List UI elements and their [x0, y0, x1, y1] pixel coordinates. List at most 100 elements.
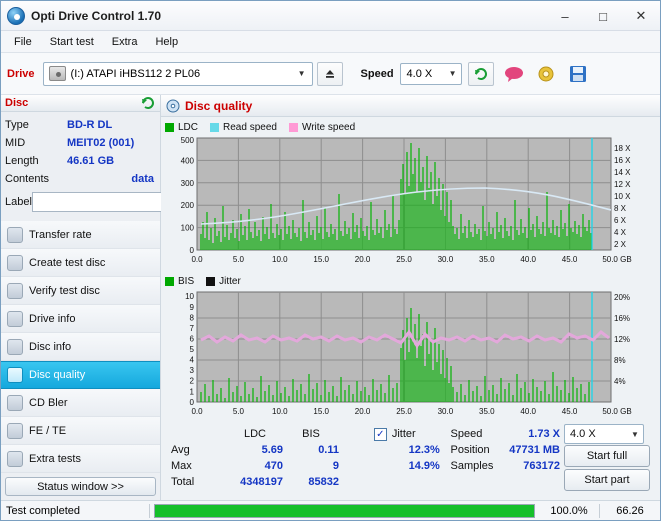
- legend-label-write-speed: Write speed: [301, 121, 356, 133]
- close-button[interactable]: ✕: [622, 1, 660, 31]
- jitter-label: Jitter: [391, 428, 416, 440]
- svg-text:10 X: 10 X: [614, 192, 631, 201]
- stats-header-bis: BIS: [302, 428, 320, 440]
- svg-text:35.0: 35.0: [479, 255, 495, 264]
- stats-row-avg: Avg 5.69 0.11: [171, 442, 374, 458]
- sidebar-item-disc-quality[interactable]: Disc quality: [1, 361, 160, 389]
- svg-text:7: 7: [190, 324, 195, 333]
- svg-text:9: 9: [190, 303, 195, 312]
- status-bar: Test completed 100.0% 66.26: [1, 500, 660, 520]
- disc-length-label: Length: [5, 155, 39, 167]
- sidebar-item-disc-info[interactable]: Disc info: [1, 333, 160, 361]
- disc-refresh-icon[interactable]: [140, 95, 156, 111]
- svg-text:18 X: 18 X: [614, 144, 631, 153]
- stats-area: LDC BIS Avg 5.69 0.11 Max 470 9 Total 43…: [165, 424, 656, 491]
- window-controls: – □ ✕: [546, 1, 660, 30]
- disc-quality-title: Disc quality: [185, 98, 253, 113]
- stats-label-total: Total: [171, 476, 195, 488]
- speed-chevron-down-icon[interactable]: ▼: [445, 64, 461, 84]
- sidebar-item-verify-test-disc[interactable]: Verify test disc: [1, 277, 160, 305]
- chevron-down-icon[interactable]: ▼: [294, 64, 310, 84]
- menu-file[interactable]: File: [5, 33, 41, 51]
- maximize-button[interactable]: □: [584, 1, 622, 31]
- stats-total-ldc: 4348197: [240, 476, 283, 488]
- disc-label-label: Label: [5, 196, 32, 208]
- drive-select[interactable]: (I:) ATAPI iHBS112 2 PL06 ▼: [42, 61, 313, 86]
- svg-text:5.0: 5.0: [233, 407, 245, 416]
- jitter-checkbox-row[interactable]: ✓ Jitter: [373, 426, 447, 442]
- minimize-button[interactable]: –: [546, 1, 584, 31]
- stats-row-max: Max 470 9: [171, 458, 374, 474]
- status-window-button[interactable]: Status window >>: [5, 477, 156, 496]
- legend-swatch-write-speed: [288, 122, 298, 132]
- stats-row-total: Total 4348197 85832: [171, 474, 374, 490]
- svg-text:14 X: 14 X: [614, 168, 631, 177]
- sidebar-item-create-test-disc[interactable]: Create test disc: [1, 249, 160, 277]
- sidebar-item-label: Create test disc: [29, 256, 106, 269]
- disc-length-value: 46.61 GB: [67, 155, 115, 167]
- svg-text:8: 8: [190, 314, 195, 323]
- sidebar-item-fe-te[interactable]: FE / TE: [1, 417, 160, 445]
- gear-icon: [538, 66, 554, 81]
- app-icon: [7, 6, 25, 25]
- charts-area: LDC Read speed Write speed 0 100 200 300…: [161, 117, 660, 491]
- svg-text:30.0: 30.0: [438, 255, 454, 264]
- menu-help[interactable]: Help: [146, 33, 187, 51]
- start-full-button[interactable]: Start full: [564, 445, 650, 467]
- drive-icon: [48, 66, 66, 81]
- jitter-block: ✓ Jitter 12.3% 14.9%: [373, 426, 447, 490]
- disc-quality-icon: [7, 367, 23, 383]
- right-values: 1.73 X 47731 MB 763172: [508, 426, 560, 490]
- svg-text:20.0: 20.0: [355, 407, 371, 416]
- svg-text:45.0: 45.0: [562, 407, 578, 416]
- progress-bar: [154, 503, 535, 518]
- floppy-save-icon: [569, 65, 586, 82]
- svg-text:300: 300: [181, 179, 195, 188]
- stats-avg-bis: 0.11: [318, 444, 339, 456]
- svg-text:40.0: 40.0: [520, 407, 536, 416]
- stats-label-max: Max: [171, 460, 192, 472]
- menu-start-test[interactable]: Start test: [41, 33, 103, 51]
- sidebar-item-label: Transfer rate: [29, 228, 92, 241]
- drive-info-icon: [7, 310, 23, 327]
- svg-text:2: 2: [190, 377, 195, 386]
- svg-text:16%: 16%: [614, 314, 630, 323]
- speed-select[interactable]: 4.0 X ▼: [399, 62, 462, 85]
- drive-label: Drive: [7, 67, 35, 80]
- drive-toolbar: Drive (I:) ATAPI iHBS112 2 PL06 ▼ Speed …: [1, 53, 660, 95]
- legend-swatch-jitter: [206, 276, 216, 286]
- save-button[interactable]: [566, 62, 590, 86]
- status-message: Test completed: [6, 504, 80, 517]
- svg-text:5.0: 5.0: [233, 255, 245, 264]
- svg-text:0.0: 0.0: [191, 255, 203, 264]
- svg-text:10.0: 10.0: [272, 255, 288, 264]
- settings-button[interactable]: [534, 62, 558, 86]
- svg-text:15.0: 15.0: [313, 407, 329, 416]
- jitter-checkbox[interactable]: ✓: [373, 427, 387, 441]
- start-part-button[interactable]: Start part: [564, 469, 650, 491]
- sidebar-item-transfer-rate[interactable]: Transfer rate: [1, 221, 160, 249]
- svg-text:40.0: 40.0: [520, 255, 536, 264]
- sidebar-item-cd-bler[interactable]: CD Bler: [1, 389, 160, 417]
- svg-text:400: 400: [181, 156, 195, 165]
- svg-text:3: 3: [190, 366, 195, 375]
- extra-tests-icon: [7, 450, 23, 467]
- eject-button[interactable]: [316, 61, 343, 86]
- top-chart-svg: 0 100 200 300 400 500 2 X 4 X 6 X 8 X 10…: [181, 136, 632, 264]
- test-speed-select[interactable]: 4.0 X ▼: [564, 424, 644, 444]
- speed-select-value: 4.0 X: [406, 67, 433, 80]
- svg-text:20.0: 20.0: [355, 255, 371, 264]
- svg-text:12 X: 12 X: [614, 180, 631, 189]
- menu-extra[interactable]: Extra: [103, 33, 147, 51]
- balloon-button[interactable]: [502, 62, 526, 86]
- sidebar-item-extra-tests[interactable]: Extra tests: [1, 445, 160, 473]
- top-chart: 0 100 200 300 400 500 2 X 4 X 6 X 8 X 10…: [165, 134, 656, 272]
- svg-text:50.0 GB: 50.0 GB: [602, 255, 631, 264]
- refresh-button[interactable]: [467, 61, 494, 86]
- speed-label: Speed: [360, 67, 394, 80]
- svg-text:1: 1: [190, 388, 195, 397]
- test-speed-chevron-down-icon[interactable]: ▼: [627, 424, 643, 444]
- stats-avg-ldc: 5.69: [261, 444, 283, 456]
- legend-swatch-read-speed: [210, 122, 220, 132]
- sidebar-item-drive-info[interactable]: Drive info: [1, 305, 160, 333]
